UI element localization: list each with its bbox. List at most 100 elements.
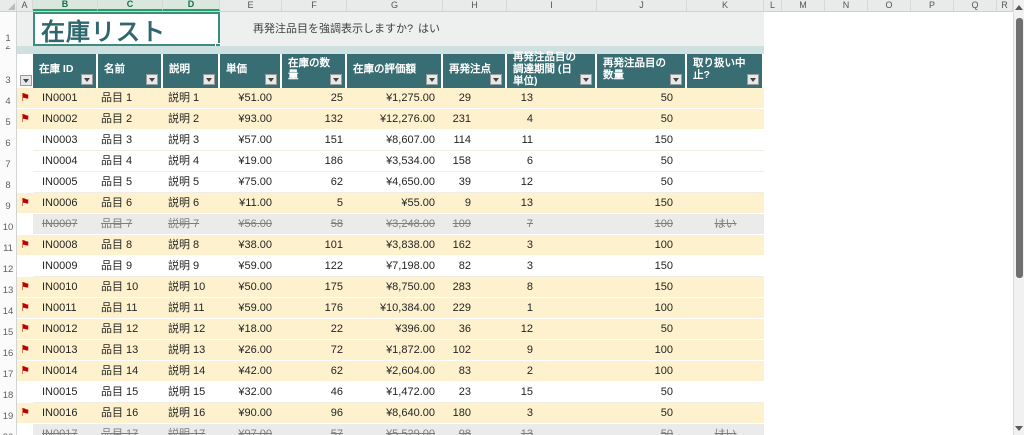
cell-id[interactable]: IN0015 xyxy=(33,382,98,402)
cell-qty2[interactable]: 50 xyxy=(597,151,687,171)
cell-value[interactable]: ¥3,838.00 xyxy=(347,235,443,255)
scroll-down-icon[interactable] xyxy=(1014,421,1024,435)
cell-disc[interactable] xyxy=(687,256,764,276)
cell-disc[interactable]: はい xyxy=(687,214,764,234)
cell-qty[interactable]: 5 xyxy=(282,193,347,213)
cell-id[interactable]: IN0001 xyxy=(33,88,98,108)
row-header-5[interactable]: 5 xyxy=(0,109,16,130)
cell-disc[interactable] xyxy=(687,88,764,108)
cell-reorder[interactable]: 231 xyxy=(443,109,507,129)
row-header-6[interactable]: 6 xyxy=(0,130,16,151)
cell-qty[interactable]: 72 xyxy=(282,340,347,360)
cell-name[interactable]: 品目 12 xyxy=(98,319,163,339)
cell-qty[interactable]: 175 xyxy=(282,277,347,297)
cell-reorder[interactable]: 98 xyxy=(443,424,507,435)
column-title-reorder[interactable]: 再発注点 xyxy=(443,54,507,88)
cell-desc[interactable]: 説明 13 xyxy=(163,340,220,360)
cell-desc[interactable]: 説明 14 xyxy=(163,361,220,381)
row-header-15[interactable]: 15 xyxy=(0,319,16,340)
cell-value[interactable]: ¥8,640.00 xyxy=(347,403,443,423)
filter-dropdown-icon[interactable] xyxy=(747,74,759,85)
cell-disc[interactable] xyxy=(687,193,764,213)
cell-price[interactable]: ¥59.00 xyxy=(220,298,282,318)
cell-id[interactable]: IN0010 xyxy=(33,277,98,297)
row-header-8[interactable]: 8 xyxy=(0,172,16,193)
cell-id[interactable]: IN0012 xyxy=(33,319,98,339)
column-title-disc[interactable]: 取り扱い中止? xyxy=(687,54,764,88)
column-header-M[interactable]: M xyxy=(782,0,825,11)
column-header-E[interactable]: E xyxy=(220,0,282,11)
cell-reorder[interactable]: 158 xyxy=(443,151,507,171)
cell-qty[interactable]: 186 xyxy=(282,151,347,171)
cell-lead[interactable]: 3 xyxy=(507,235,597,255)
cell-qty2[interactable]: 150 xyxy=(597,277,687,297)
cell-name[interactable]: 品目 15 xyxy=(98,382,163,402)
cell-qty2[interactable]: 50 xyxy=(597,172,687,192)
cell-value[interactable]: ¥1,872.00 xyxy=(347,340,443,360)
filter-dropdown-icon[interactable] xyxy=(580,74,592,85)
cell-disc[interactable] xyxy=(687,298,764,318)
cell-lead[interactable]: 15 xyxy=(507,382,597,402)
cell-price[interactable]: ¥11.00 xyxy=(220,193,282,213)
cell-qty2[interactable]: 50 xyxy=(597,88,687,108)
filter-dropdown-icon[interactable] xyxy=(20,75,32,86)
column-title-desc[interactable]: 説明 xyxy=(163,54,220,88)
cell-reorder[interactable]: 36 xyxy=(443,319,507,339)
cell-qty2[interactable]: 150 xyxy=(597,193,687,213)
filter-dropdown-icon[interactable] xyxy=(81,74,93,85)
cell-lead[interactable]: 13 xyxy=(507,193,597,213)
cell-price[interactable]: ¥51.00 xyxy=(220,88,282,108)
cell-qty[interactable]: 22 xyxy=(282,319,347,339)
cell-name[interactable]: 品目 2 xyxy=(98,109,163,129)
cell-qty2[interactable]: 50 xyxy=(597,424,687,435)
cell-lead[interactable]: 2 xyxy=(507,361,597,381)
column-header-Q[interactable]: Q xyxy=(954,0,997,11)
column-header-P[interactable]: P xyxy=(911,0,954,11)
vertical-scrollbar[interactable] xyxy=(1013,0,1024,435)
cell-disc[interactable] xyxy=(687,319,764,339)
cell-qty[interactable]: 122 xyxy=(282,256,347,276)
cell-price[interactable]: ¥56.00 xyxy=(220,214,282,234)
cell-id[interactable]: IN0017 xyxy=(33,424,98,435)
cell-desc[interactable]: 説明 9 xyxy=(163,256,220,276)
column-header-R[interactable]: R xyxy=(997,0,1013,11)
filter-dropdown-icon[interactable] xyxy=(426,74,438,85)
cell-disc[interactable] xyxy=(687,172,764,192)
cell-lead[interactable]: 3 xyxy=(507,256,597,276)
column-header-B[interactable]: B xyxy=(33,0,98,11)
cell-id[interactable]: IN0004 xyxy=(33,151,98,171)
cell-qty[interactable]: 62 xyxy=(282,361,347,381)
cell-value[interactable]: ¥2,604.00 xyxy=(347,361,443,381)
filter-dropdown-icon[interactable] xyxy=(265,74,277,85)
cell-price[interactable]: ¥26.00 xyxy=(220,340,282,360)
cell-value[interactable]: ¥12,276.00 xyxy=(347,109,443,129)
cell-reorder[interactable]: 82 xyxy=(443,256,507,276)
row-header-2[interactable]: 2 xyxy=(0,46,16,54)
cell-name[interactable]: 品目 7 xyxy=(98,214,163,234)
row-header-4[interactable]: 4 xyxy=(0,88,16,109)
cell-qty[interactable]: 46 xyxy=(282,382,347,402)
column-title-name[interactable]: 名前 xyxy=(98,54,163,88)
cell-lead[interactable]: 12 xyxy=(507,319,597,339)
cell-desc[interactable]: 説明 16 xyxy=(163,403,220,423)
cell-id[interactable]: IN0008 xyxy=(33,235,98,255)
cell-disc[interactable] xyxy=(687,382,764,402)
cell-value[interactable]: ¥7,198.00 xyxy=(347,256,443,276)
cell-qty2[interactable]: 50 xyxy=(597,109,687,129)
cell-id[interactable]: IN0014 xyxy=(33,361,98,381)
filter-dropdown-icon[interactable] xyxy=(146,74,158,85)
cell-disc[interactable] xyxy=(687,340,764,360)
cell-disc[interactable] xyxy=(687,130,764,150)
cell-price[interactable]: ¥42.00 xyxy=(220,361,282,381)
cell-reorder[interactable]: 23 xyxy=(443,382,507,402)
cell-desc[interactable]: 説明 8 xyxy=(163,235,220,255)
cell-price[interactable]: ¥32.00 xyxy=(220,382,282,402)
filter-dropdown-icon[interactable] xyxy=(203,74,215,85)
cell-desc[interactable]: 説明 15 xyxy=(163,382,220,402)
cell-lead[interactable]: 3 xyxy=(507,403,597,423)
cell-lead[interactable]: 7 xyxy=(507,214,597,234)
column-title-lead[interactable]: 再発注品目の調達期間 (日単位) xyxy=(507,51,597,88)
cell-lead[interactable]: 13 xyxy=(507,424,597,435)
highlight-prompt-value[interactable]: はい xyxy=(418,12,440,46)
cell-lead[interactable]: 6 xyxy=(507,151,597,171)
